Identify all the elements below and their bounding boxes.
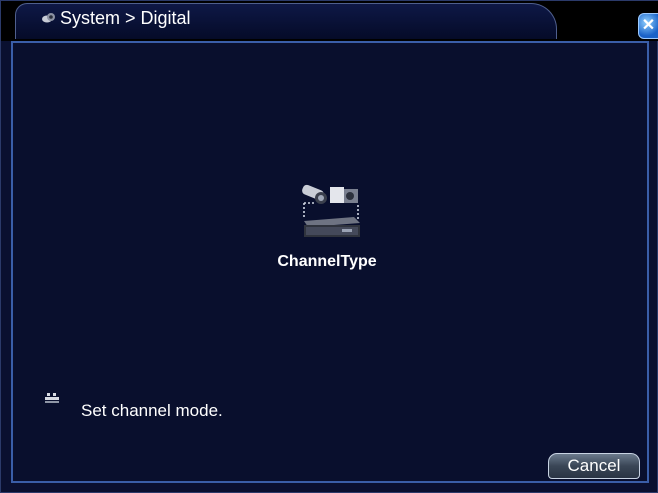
close-button[interactable]: ✕	[638, 13, 658, 39]
main-panel: ChannelType Set channel mode. Cancel	[11, 41, 649, 483]
channel-type-label: ChannelType	[277, 253, 377, 270]
channel-type-item[interactable]: ChannelType	[257, 181, 397, 281]
cancel-button[interactable]: Cancel	[548, 453, 640, 479]
hint-icon	[45, 393, 59, 403]
title-bar: System > Digital ✕	[1, 1, 658, 41]
window-title: System > Digital	[60, 8, 191, 28]
camera-icon	[42, 13, 55, 23]
dialog-window: System > Digital ✕ ChannelType Set chann…	[0, 0, 658, 493]
hint-text: Set channel mode.	[81, 401, 223, 420]
channel-type-icon	[302, 184, 360, 237]
